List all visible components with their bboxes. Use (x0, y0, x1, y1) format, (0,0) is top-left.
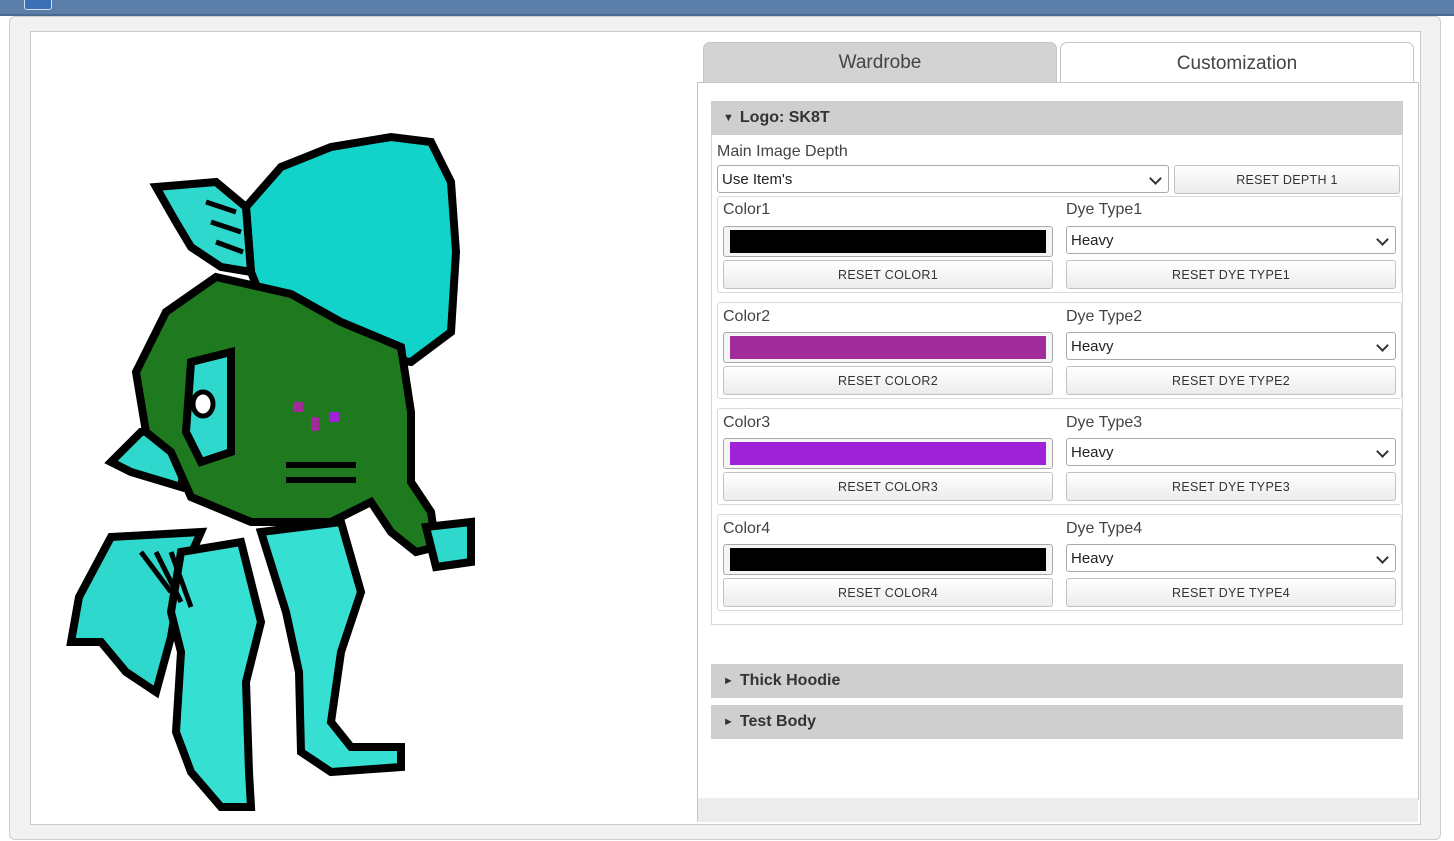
dye-type-value: Heavy (1071, 337, 1114, 355)
tab-wardrobe[interactable]: Wardrobe (703, 42, 1057, 83)
color-swatch (730, 442, 1046, 465)
dye-type-select-2[interactable]: Heavy (1066, 332, 1396, 360)
section-title-thick-hoodie: Thick Hoodie (739, 672, 841, 689)
color-swatch (730, 230, 1046, 253)
section-title-test-body: Test Body (739, 713, 817, 730)
depth-select[interactable]: Use Item's (717, 165, 1169, 193)
dye-type-label: Dye Type3 (1066, 414, 1143, 431)
section-header-test-body[interactable]: ► Test Body (711, 705, 1403, 739)
color-swatch (730, 548, 1046, 571)
dye-type-label: Dye Type2 (1066, 308, 1143, 325)
eye (190, 389, 216, 419)
customization-panel: Wardrobe Customization ▼ Logo: SK8T Main… (697, 32, 1419, 822)
chevron-down-icon (1376, 551, 1389, 564)
color-picker-3[interactable] (723, 438, 1053, 469)
color-group-3: Color3 Dye Type3 Heavy RESET COLOR3 RESE… (717, 408, 1402, 505)
app-icon (24, 0, 52, 10)
color-picker-4[interactable] (723, 544, 1053, 575)
section-title-logo: Logo: SK8T (739, 109, 830, 126)
color-swatch (730, 336, 1046, 359)
chevron-down-icon (1376, 233, 1389, 246)
dye-type-select-3[interactable]: Heavy (1066, 438, 1396, 466)
reset-color2-button[interactable]: RESET COLOR2 (723, 366, 1053, 395)
window-title-bar (0, 0, 1454, 16)
right-leg (255, 517, 405, 777)
color-group-2: Color2 Dye Type2 Heavy RESET COLOR2 RESE… (717, 302, 1402, 399)
color-label: Color4 (723, 520, 771, 537)
panel-footer (697, 798, 1418, 822)
color-picker-2[interactable] (723, 332, 1053, 363)
chevron-down-icon (1376, 445, 1389, 458)
chevron-down-icon (1376, 339, 1389, 352)
head-spikes (149, 177, 256, 277)
dye-type-label: Dye Type1 (1066, 201, 1143, 218)
color-group-4: Color4 Dye Type4 Heavy RESET COLOR4 RESE… (717, 514, 1402, 611)
reset-color1-button[interactable]: RESET COLOR1 (723, 260, 1053, 289)
chevron-down-icon (1149, 172, 1162, 185)
collapsed-arrow-icon: ► (723, 675, 734, 687)
hand (421, 517, 475, 572)
depth-label: Main Image Depth (717, 143, 848, 160)
color-label: Color3 (723, 414, 771, 431)
reset-depth-button[interactable]: RESET DEPTH 1 (1174, 165, 1400, 194)
dye-type-value: Heavy (1071, 231, 1114, 249)
tab-customization[interactable]: Customization (1060, 42, 1414, 84)
color-label: Color1 (723, 201, 771, 218)
dye-type-value: Heavy (1071, 549, 1114, 567)
expanded-arrow-icon: ▼ (723, 112, 734, 124)
section-header-thick-hoodie[interactable]: ► Thick Hoodie (711, 664, 1403, 698)
character-preview (31, 32, 697, 822)
section-header-logo[interactable]: ▼ Logo: SK8T (711, 101, 1403, 135)
reset-dye-type4-button[interactable]: RESET DYE TYPE4 (1066, 578, 1396, 607)
left-leg (166, 537, 266, 811)
main-stage: Wardrobe Customization ▼ Logo: SK8T Main… (30, 31, 1421, 825)
dye-type-value: Heavy (1071, 443, 1114, 461)
dye-type-label: Dye Type4 (1066, 520, 1143, 537)
character-sprite (66, 132, 475, 811)
reset-dye-type1-button[interactable]: RESET DYE TYPE1 (1066, 260, 1396, 289)
color-group-1: Color1 Dye Type1 Heavy RESET COLOR1 RESE… (717, 196, 1402, 293)
dye-type-select-4[interactable]: Heavy (1066, 544, 1396, 572)
reset-dye-type2-button[interactable]: RESET DYE TYPE2 (1066, 366, 1396, 395)
section-body-logo: Main Image Depth Use Item's RESET DEPTH … (711, 135, 1403, 625)
customization-tab-content: ▼ Logo: SK8T Main Image Depth Use Item's… (697, 82, 1419, 800)
collapsed-arrow-icon: ► (723, 716, 734, 728)
reset-color3-button[interactable]: RESET COLOR3 (723, 472, 1053, 501)
dye-type-select-1[interactable]: Heavy (1066, 226, 1396, 254)
color-picker-1[interactable] (723, 226, 1053, 257)
reset-color4-button[interactable]: RESET COLOR4 (723, 578, 1053, 607)
color-label: Color2 (723, 308, 771, 325)
reset-dye-type3-button[interactable]: RESET DYE TYPE3 (1066, 472, 1396, 501)
depth-select-value: Use Item's (722, 170, 793, 188)
